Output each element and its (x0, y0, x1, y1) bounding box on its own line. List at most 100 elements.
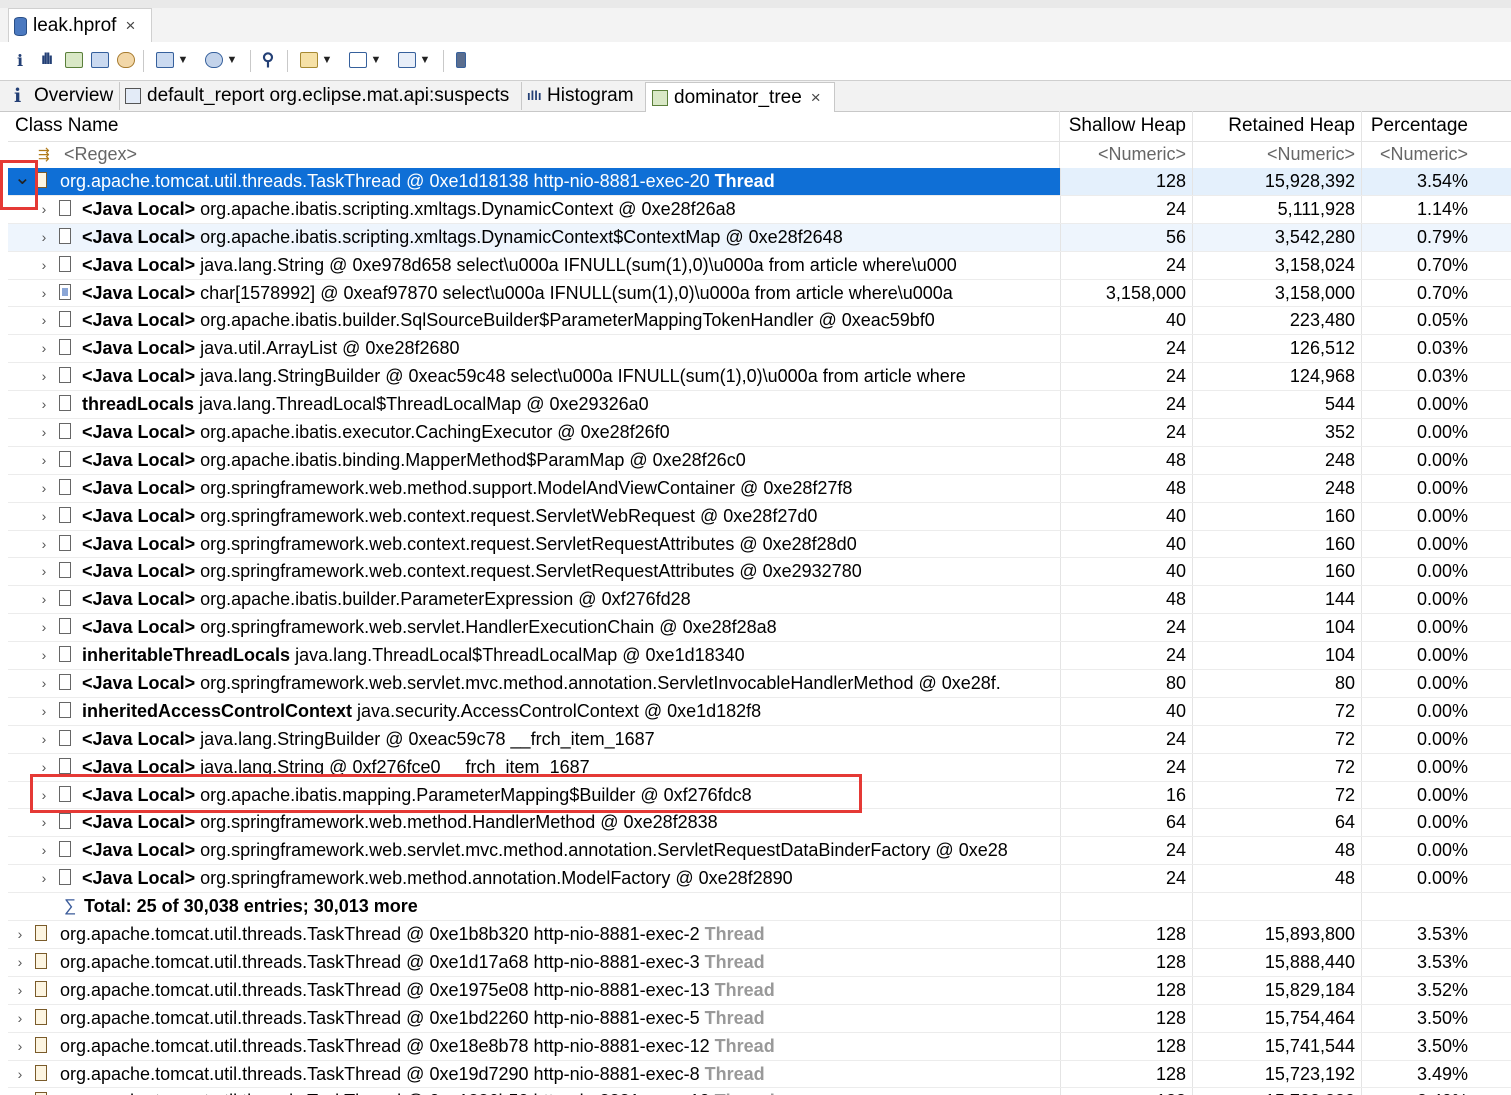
export-icon[interactable]: ▼ (394, 50, 434, 70)
chevron-right-icon[interactable]: › (38, 531, 50, 557)
table-row[interactable]: › <Java Local> char[1578992] @ 0xeaf97870… (8, 279, 1511, 308)
table-row[interactable]: › org.apache.tomcat.util.threads.TaskThre… (8, 1004, 1511, 1033)
table-row[interactable]: › org.apache.tomcat.util.threads.TaskThre… (8, 1060, 1511, 1089)
histogram-icon[interactable]: ıllı (37, 50, 55, 70)
calculate-retained-icon[interactable]: ▼ (345, 50, 385, 70)
chevron-right-icon[interactable]: › (14, 1005, 26, 1031)
table-row[interactable]: › <Java Local> org.springframework.web.me… (8, 865, 1511, 894)
chevron-right-icon[interactable]: › (38, 754, 50, 780)
tab-overview[interactable]: i Overview (8, 82, 120, 110)
dominator-tree-icon[interactable] (64, 50, 84, 70)
table-row[interactable]: › org.apache.tomcat.util.threads.TaskThre… (8, 948, 1511, 977)
table-row[interactable]: › <Java Local> org.apache.ibatis.binding.… (8, 446, 1511, 475)
close-icon[interactable]: × (811, 88, 821, 108)
table-row[interactable]: › <Java Local> org.springframework.web.me… (8, 809, 1511, 838)
table-row[interactable]: › <Java Local> java.lang.String @ 0xe978d… (8, 251, 1511, 280)
chevron-right-icon[interactable]: › (14, 921, 26, 947)
run-report-icon[interactable]: ▼ (152, 50, 192, 70)
chevron-right-icon[interactable]: › (38, 614, 50, 640)
class-name-filter[interactable]: ⇶ <Regex> (8, 141, 1060, 168)
table-row[interactable]: › <Java Local> org.springframework.web.se… (8, 670, 1511, 698)
info-icon[interactable]: i (12, 50, 28, 70)
table-row[interactable]: › <Java Local> org.apache.ibatis.mapping.… (8, 781, 1511, 810)
chevron-right-icon[interactable]: › (14, 1033, 26, 1059)
tab-histogram[interactable]: ıllı Histogram (521, 82, 646, 110)
chevron-right-icon[interactable]: › (38, 252, 50, 278)
table-row[interactable]: › org.apache.tomcat.util.threads.TaskThre… (8, 1088, 1511, 1095)
pin-icon[interactable] (451, 50, 471, 70)
table-row[interactable]: › <Java Local> org.springframework.web.co… (8, 530, 1511, 559)
percentage-cell: 0.00% (1416, 561, 1468, 582)
table-row[interactable]: › <Java Local> org.apache.ibatis.executor… (8, 419, 1511, 447)
query-browser-icon[interactable]: ▼ (201, 50, 241, 70)
chevron-down-icon[interactable]: ⌄ (14, 168, 31, 188)
table-row[interactable]: › org.apache.tomcat.util.threads.TaskThre… (8, 1032, 1511, 1061)
table-row[interactable]: › threadLocals java.lang.ThreadLocal$Thre… (8, 391, 1511, 420)
retained-heap-filter[interactable]: <Numeric> (1193, 141, 1362, 168)
editor-tab-leak-hprof[interactable]: leak.hprof × (8, 8, 152, 43)
chevron-right-icon[interactable]: › (38, 809, 50, 835)
total-row[interactable]: ∑ Total: 25 of 30,038 entries; 30,013 mor… (8, 893, 1511, 922)
tab-dominator-tree[interactable]: dominator_tree × (645, 82, 835, 112)
close-icon[interactable]: × (125, 16, 135, 36)
chevron-right-icon[interactable]: › (38, 475, 50, 501)
chevron-right-icon[interactable]: › (38, 447, 50, 473)
table-row[interactable]: › inheritableThreadLocals java.lang.Threa… (8, 642, 1511, 671)
chevron-right-icon[interactable]: › (38, 837, 50, 863)
chevron-right-icon[interactable]: › (38, 363, 50, 389)
object-name: org.apache.ibatis.scripting.xmltags.Dyna… (195, 226, 843, 247)
table-row[interactable]: › <Java Local> org.springframework.web.se… (8, 614, 1511, 643)
table-row[interactable]: › <Java Local> org.springframework.web.me… (8, 474, 1511, 503)
column-header-shallow-heap[interactable]: Shallow Heap (1060, 111, 1193, 141)
chevron-right-icon[interactable]: › (38, 280, 50, 306)
table-row[interactable]: › <Java Local> org.apache.ibatis.scriptin… (8, 223, 1511, 252)
column-header-class-name[interactable]: Class Name (8, 111, 1060, 141)
chevron-right-icon[interactable]: › (38, 335, 50, 361)
heap-dump-overview-icon[interactable] (116, 50, 136, 70)
chevron-right-icon[interactable]: › (38, 419, 50, 445)
tab-default-report[interactable]: default_report org.eclipse.mat.api:suspe… (119, 82, 522, 110)
table-row[interactable]: › org.apache.tomcat.util.threads.TaskThre… (8, 976, 1511, 1005)
table-row[interactable]: › inheritedAccessControlContext java.secu… (8, 697, 1511, 726)
percentage-filter[interactable]: <Numeric> (1362, 141, 1474, 168)
chevron-right-icon[interactable]: › (38, 224, 50, 250)
shallow-heap-cell: 24 (1060, 251, 1193, 279)
chevron-right-icon[interactable]: › (38, 503, 50, 529)
chevron-right-icon[interactable]: › (38, 782, 50, 808)
chevron-right-icon[interactable]: › (38, 307, 50, 333)
table-row[interactable]: › <Java Local> org.springframework.web.co… (8, 502, 1511, 531)
chevron-right-icon[interactable]: › (38, 558, 50, 584)
chevron-right-icon[interactable]: › (14, 949, 26, 975)
chevron-right-icon[interactable]: › (38, 196, 50, 222)
table-row[interactable]: › <Java Local> org.springframework.web.se… (8, 837, 1511, 866)
table-row[interactable]: › org.apache.tomcat.util.threads.TaskThre… (8, 921, 1511, 949)
table-row[interactable]: ⌄ org.apache.tomcat.util.threads.TaskThre… (8, 168, 1511, 196)
table-row[interactable]: › <Java Local> java.util.ArrayList @ 0xe2… (8, 335, 1511, 364)
chevron-right-icon[interactable]: › (38, 670, 50, 696)
table-row[interactable]: › <Java Local> org.apache.ibatis.builder.… (8, 586, 1511, 615)
table-row[interactable]: › <Java Local> java.lang.String @ 0xf276f… (8, 753, 1511, 782)
chevron-right-icon[interactable]: › (38, 726, 50, 752)
oql-icon[interactable] (90, 50, 110, 70)
chevron-right-icon[interactable]: › (38, 586, 50, 612)
shallow-heap-filter[interactable]: <Numeric> (1060, 141, 1193, 168)
table-row[interactable]: › <Java Local> org.apache.ibatis.builder.… (8, 307, 1511, 336)
chevron-right-icon[interactable]: › (14, 1088, 26, 1095)
chevron-right-icon[interactable]: › (38, 698, 50, 724)
column-header-percentage[interactable]: Percentage (1362, 111, 1474, 141)
chevron-right-icon[interactable]: › (38, 865, 50, 891)
table-row[interactable]: › <Java Local> java.lang.StringBuilder @ … (8, 725, 1511, 754)
table-row[interactable]: › <Java Local> org.apache.ibatis.scriptin… (8, 195, 1511, 224)
class-name-cell: › inheritableThreadLocals java.lang.Threa… (8, 642, 1061, 670)
search-icon[interactable]: ⚲ (258, 50, 278, 70)
group-by-icon[interactable]: ▼ (296, 50, 336, 70)
table-row[interactable]: › <Java Local> org.springframework.web.co… (8, 558, 1511, 587)
column-header-retained-heap[interactable]: Retained Heap (1193, 111, 1362, 141)
chevron-right-icon[interactable]: › (38, 391, 50, 417)
object-label: <Java Local> org.springframework.web.met… (82, 809, 718, 835)
table-row[interactable]: › <Java Local> java.lang.StringBuilder @ … (8, 363, 1511, 392)
object-icon (59, 311, 71, 328)
chevron-right-icon[interactable]: › (14, 977, 26, 1003)
chevron-right-icon[interactable]: › (14, 1061, 26, 1087)
chevron-right-icon[interactable]: › (38, 642, 50, 668)
